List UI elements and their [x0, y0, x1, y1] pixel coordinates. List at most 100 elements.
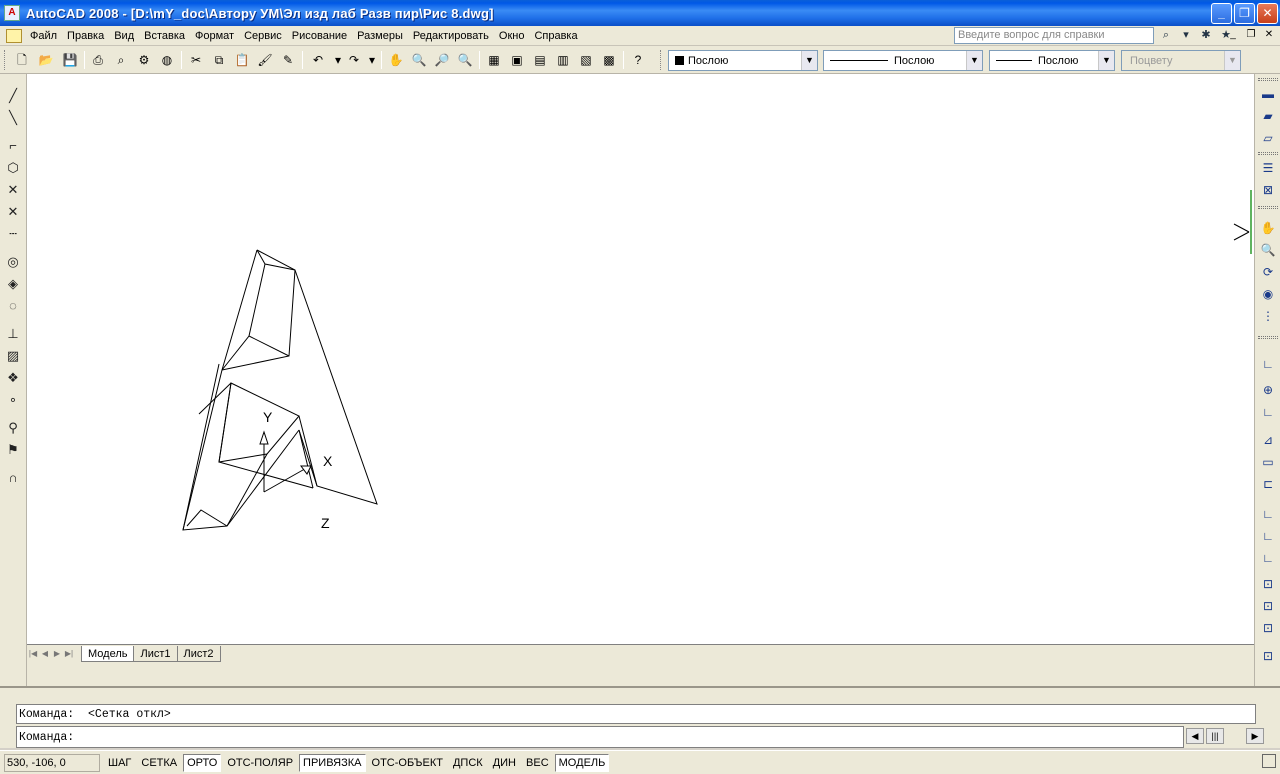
3d-zoom-icon[interactable]: 🔍: [1258, 240, 1278, 260]
apply-ucs-icon[interactable]: ⊡: [1258, 646, 1278, 666]
camera-icon[interactable]: ◉: [1258, 284, 1278, 304]
markup-icon[interactable]: ▧: [576, 50, 596, 70]
horizontal-scroll-area[interactable]: [27, 662, 1254, 686]
chevron-down-icon[interactable]: ▼: [801, 51, 817, 70]
scroll-thumb[interactable]: |||: [1206, 728, 1224, 744]
lineweight-dropdown[interactable]: Послою ▼: [989, 50, 1115, 71]
ucs-origin-icon[interactable]: ∟: [1258, 504, 1278, 524]
circle-icon[interactable]: ◎: [3, 252, 23, 272]
first-tab-icon[interactable]: |◀: [27, 648, 39, 660]
layer-previous-icon[interactable]: ▱: [1258, 128, 1278, 148]
linetype-dropdown[interactable]: Послою ▼: [823, 50, 983, 71]
scroll-right-icon[interactable]: ▶: [1246, 728, 1264, 744]
drawing-canvas[interactable]: Y X Z: [27, 74, 1254, 644]
ucs-y-icon[interactable]: ⊡: [1258, 596, 1278, 616]
cut-icon[interactable]: ✂: [186, 50, 206, 70]
dyn-toggle[interactable]: ДИН: [489, 754, 520, 772]
line-icon[interactable]: ╱: [3, 86, 23, 106]
ucs-z-icon[interactable]: ⊡: [1258, 618, 1278, 638]
ortho-toggle[interactable]: ОРТО: [183, 753, 222, 772]
match-properties-icon[interactable]: 🖌: [255, 50, 275, 70]
clean-screen-icon[interactable]: [1262, 754, 1276, 768]
color-dropdown[interactable]: Послою ▼: [668, 50, 818, 71]
menu-insert[interactable]: Вставка: [140, 26, 191, 46]
layer-state-icon[interactable]: ▰: [1258, 106, 1278, 126]
zoom-window-icon[interactable]: 🔎: [432, 50, 452, 70]
minimize-button[interactable]: _: [1211, 3, 1232, 24]
doc-restore-button[interactable]: ❐: [1244, 28, 1258, 42]
search-icon[interactable]: ⌕: [1158, 27, 1174, 43]
model-toggle[interactable]: МОДЕЛЬ: [554, 753, 610, 772]
last-tab-icon[interactable]: ▶|: [63, 648, 75, 660]
ucs-x-icon[interactable]: ⊡: [1258, 574, 1278, 594]
design-center-icon[interactable]: ▣: [507, 50, 527, 70]
toolbar-grip[interactable]: [4, 50, 7, 70]
zoom-previous-icon[interactable]: 🔍: [455, 50, 475, 70]
lineweight-toggle[interactable]: ВЕС: [522, 754, 553, 772]
ellipse-icon[interactable]: ⊥: [3, 324, 23, 344]
ucs-object-icon[interactable]: ▭: [1258, 452, 1278, 472]
zoom-realtime-icon[interactable]: 🔍: [409, 50, 429, 70]
command-scrollbar[interactable]: ◀ ||| ▶: [1186, 728, 1264, 744]
plotstyle-dropdown[interactable]: Поцвету ▼: [1121, 50, 1241, 71]
chevron-down-icon[interactable]: ▼: [1098, 51, 1114, 70]
publish-icon[interactable]: ⚙: [134, 50, 154, 70]
grid-toggle[interactable]: СЕТКА: [137, 754, 181, 772]
toolbar-grip[interactable]: [660, 50, 663, 70]
ucs-face-icon[interactable]: ⊿: [1258, 430, 1278, 450]
scroll-left-icon[interactable]: ◀: [1186, 728, 1204, 744]
autocad-app-icon[interactable]: A: [4, 5, 20, 21]
polyline-icon[interactable]: ⌐: [3, 136, 23, 156]
redo-icon[interactable]: ↷: [344, 50, 364, 70]
region-icon[interactable]: ⚑: [3, 440, 23, 460]
paste-icon[interactable]: 📋: [232, 50, 252, 70]
plot-preview-icon[interactable]: ⌕: [111, 50, 131, 70]
new-file-icon[interactable]: 🗋: [12, 50, 32, 70]
menu-modify[interactable]: Редактировать: [409, 26, 495, 46]
cursor-coordinates[interactable]: 530, -106, 0: [4, 753, 100, 772]
gradient-icon[interactable]: ⚲: [3, 418, 23, 438]
menu-tools[interactable]: Сервис: [240, 26, 288, 46]
tab-model[interactable]: Модель: [81, 645, 135, 662]
copy-icon[interactable]: ⧉: [209, 50, 229, 70]
prev-tab-icon[interactable]: ◀: [39, 648, 51, 660]
ucs-3point-icon[interactable]: ∟: [1258, 548, 1278, 568]
hatch-icon[interactable]: ▨: [3, 346, 23, 366]
revision-cloud-icon[interactable]: ◈: [3, 274, 23, 294]
menu-draw[interactable]: Рисование: [288, 26, 353, 46]
doc-close-button[interactable]: ✕: [1262, 28, 1276, 42]
table-icon[interactable]: ∩: [3, 468, 23, 488]
polygon-icon[interactable]: ⬡: [3, 158, 23, 178]
otrack-toggle[interactable]: ОТС-ОБЪЕКТ: [368, 754, 447, 772]
block-editor-icon[interactable]: ✎: [278, 50, 298, 70]
undo-icon[interactable]: ↶: [308, 50, 328, 70]
menu-format[interactable]: Формат: [191, 26, 240, 46]
point-icon[interactable]: ∘: [3, 390, 23, 410]
sheet-set-icon[interactable]: ▥: [553, 50, 573, 70]
menu-view[interactable]: Вид: [110, 26, 140, 46]
open-file-icon[interactable]: 📂: [36, 50, 56, 70]
help-icon[interactable]: ?: [628, 50, 648, 70]
next-tab-icon[interactable]: ▶: [51, 648, 63, 660]
document-icon[interactable]: [6, 28, 22, 43]
menu-edit[interactable]: Правка: [63, 26, 110, 46]
3d-orbit-icon[interactable]: ⟳: [1258, 262, 1278, 282]
ucs-view-icon[interactable]: ⊏: [1258, 474, 1278, 494]
help-search-input[interactable]: Введите вопрос для справки: [954, 27, 1154, 44]
calculator-icon[interactable]: ▩: [599, 50, 619, 70]
ucs-icon[interactable]: ∟: [1258, 354, 1278, 374]
properties-icon[interactable]: ▦: [484, 50, 504, 70]
menu-help[interactable]: Справка: [530, 26, 583, 46]
layer-properties-icon[interactable]: ▬: [1258, 84, 1278, 104]
chevron-down-icon[interactable]: ▼: [1224, 51, 1240, 70]
menu-file[interactable]: Файл: [26, 26, 63, 46]
tab-layout2[interactable]: Лист2: [176, 645, 221, 662]
layer-walk-icon[interactable]: ⊠: [1258, 180, 1278, 200]
doc-minimize-button[interactable]: _: [1226, 28, 1240, 42]
menu-dimension[interactable]: Размеры: [353, 26, 409, 46]
insert-block-icon[interactable]: ❖: [3, 368, 23, 388]
redo-dropdown-icon[interactable]: ▾: [362, 50, 382, 70]
ray-icon[interactable]: ┄: [3, 224, 23, 244]
chevron-down-icon[interactable]: ▼: [966, 51, 982, 70]
walk-icon[interactable]: ⋮: [1258, 306, 1278, 326]
